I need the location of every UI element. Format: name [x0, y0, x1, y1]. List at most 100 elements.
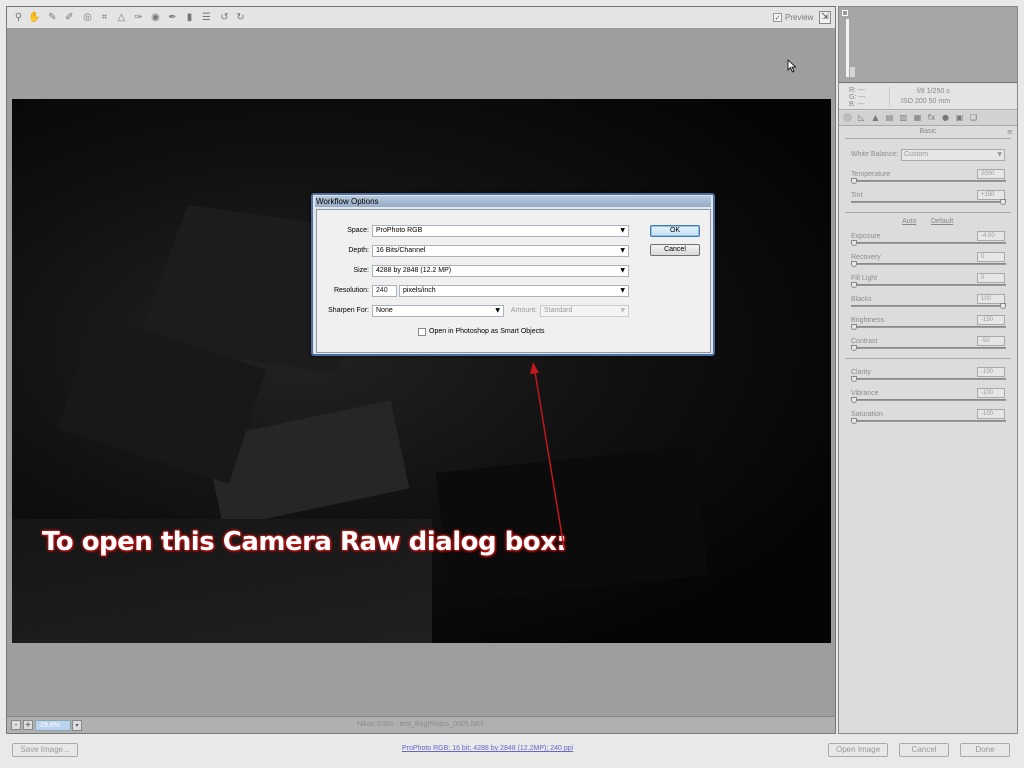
temperature-value-field[interactable]: 2000 [977, 169, 1005, 179]
preferences-icon[interactable]: ☰ [201, 12, 212, 23]
blacks-slider-handle[interactable] [1000, 303, 1006, 309]
rotate-right-icon[interactable]: ↻ [235, 12, 246, 23]
dialog-cancel-button[interactable]: Cancel [650, 244, 700, 256]
white-balance-select[interactable]: Custom ▼ [901, 149, 1005, 161]
exposure-slider-handle[interactable] [851, 240, 857, 246]
tab-camera-calibration-icon[interactable]: ● [941, 113, 950, 122]
save-image-button[interactable]: Save Image... [12, 743, 78, 757]
histogram [839, 7, 1017, 83]
brightness-label: Brightness [851, 317, 885, 324]
contrast-slider[interactable] [851, 345, 1006, 351]
white-balance-label: White Balance: [851, 151, 899, 158]
contrast-value-field[interactable]: -50 [977, 336, 1005, 346]
brightness-slider[interactable] [851, 324, 1006, 330]
shadow-clipping-warning-icon[interactable] [842, 10, 848, 16]
zoom-dropdown-icon[interactable]: ▾ [72, 720, 82, 731]
green-readout: G: --- [849, 94, 866, 101]
recovery-value-field[interactable]: 0 [977, 252, 1005, 262]
clarity-label: Clarity [851, 369, 871, 376]
contrast-slider-handle[interactable] [851, 345, 857, 351]
tint-slider[interactable] [851, 199, 1006, 205]
preview-checkbox[interactable]: ✓ [773, 13, 782, 22]
recovery-slider-handle[interactable] [851, 261, 857, 267]
crop-tool-icon[interactable]: ⌗ [99, 12, 110, 23]
hand-tool-icon[interactable]: ✋ [28, 12, 40, 23]
zoom-level-field[interactable]: 29.8% [35, 720, 71, 731]
done-button[interactable]: Done [960, 743, 1010, 757]
saturation-value-field[interactable]: -100 [977, 409, 1005, 419]
zoom-tool-icon[interactable]: ⚲ [13, 12, 24, 23]
size-select[interactable]: 4288 by 2848 (12.2 MP) ▼ [372, 265, 629, 277]
fill-light-value-field[interactable]: 0 [977, 273, 1005, 283]
red-readout: R: --- [849, 87, 865, 94]
status-bar: - + 29.8% ▾ Nikon D300 - test_BagPhotos_… [7, 716, 835, 733]
brightness-value-field[interactable]: -150 [977, 315, 1005, 325]
ok-button[interactable]: OK [650, 225, 700, 237]
color-sampler-tool-icon[interactable]: ✐ [64, 12, 75, 23]
clarity-slider-handle[interactable] [851, 376, 857, 382]
tab-basic-icon[interactable] [843, 113, 852, 122]
vibrance-label: Vibrance [851, 390, 879, 397]
red-eye-removal-tool-icon[interactable]: ◉ [150, 12, 161, 23]
graduated-filter-tool-icon[interactable]: ▮ [184, 12, 195, 23]
saturation-slider-handle[interactable] [851, 418, 857, 424]
brightness-slider-handle[interactable] [851, 324, 857, 330]
white-balance-tool-icon[interactable]: ✎ [47, 12, 58, 23]
preview-area: ⚲ ✋ ✎ ✐ ◎ ⌗ △ ✑ ◉ ✒ ▮ ☰ ↺ ↻ ✓ Preview ⇲ … [6, 6, 836, 734]
tab-snapshots-icon[interactable]: ❑ [969, 113, 978, 122]
workflow-options-link[interactable]: ProPhoto RGB; 16 bit; 4288 by 2848 (12.2… [402, 745, 573, 752]
tab-effects-icon[interactable]: fx [927, 113, 936, 122]
auto-link[interactable]: Auto [902, 218, 916, 225]
white-balance-value: Custom [904, 151, 929, 158]
saturation-slider[interactable] [851, 418, 1006, 424]
adjustment-brush-tool-icon[interactable]: ✒ [167, 12, 178, 23]
panel-menu-icon[interactable]: ≡ [1007, 128, 1013, 136]
zoom-out-button[interactable]: - [11, 720, 21, 730]
fullscreen-mode-button[interactable]: ⇲ [819, 11, 831, 24]
space-select[interactable]: ProPhoto RGB ▼ [372, 225, 629, 237]
clarity-value-field[interactable]: -100 [977, 367, 1005, 377]
vibrance-slider[interactable] [851, 397, 1006, 403]
temperature-slider-handle[interactable] [851, 178, 857, 184]
amount-select[interactable]: Standard ▼ [540, 305, 629, 317]
vibrance-slider-handle[interactable] [851, 397, 857, 403]
vibrance-value-field[interactable]: -100 [977, 388, 1005, 398]
depth-select[interactable]: 16 Bits/Channel ▼ [372, 245, 629, 257]
fill-light-slider-handle[interactable] [851, 282, 857, 288]
sharpen-for-select[interactable]: None ▼ [372, 305, 504, 317]
resolution-input[interactable]: 240 [372, 285, 397, 297]
recovery-slider[interactable] [851, 261, 1006, 267]
tab-presets-icon[interactable]: ▣ [955, 113, 964, 122]
resolution-unit-select[interactable]: pixels/inch ▼ [399, 285, 629, 297]
tab-split-toning-icon[interactable]: ▥ [899, 113, 908, 122]
default-link[interactable]: Default [931, 218, 953, 225]
clarity-slider[interactable] [851, 376, 1006, 382]
exposure-slider[interactable] [851, 240, 1006, 246]
adjustment-panel: R: --- G: --- B: --- f/8 1/250 s ISO 200… [838, 6, 1018, 734]
rotate-left-icon[interactable]: ↺ [219, 12, 230, 23]
tab-hsl-icon[interactable]: ▤ [885, 113, 894, 122]
temperature-slider[interactable] [851, 178, 1006, 184]
straighten-tool-icon[interactable]: △ [116, 12, 127, 23]
tab-tone-curve-icon[interactable]: ◺ [857, 113, 866, 122]
size-label: Size: [353, 267, 369, 274]
spot-removal-tool-icon[interactable]: ✑ [133, 12, 144, 23]
tab-lens-corrections-icon[interactable]: ▦ [913, 113, 922, 122]
zoom-in-button[interactable]: + [23, 720, 33, 730]
exposure-value-field[interactable]: -4.00 [977, 231, 1005, 241]
tab-detail-icon[interactable]: ▲ [871, 113, 880, 122]
open-image-button[interactable]: Open Image [828, 743, 888, 757]
toolbar: ⚲ ✋ ✎ ✐ ◎ ⌗ △ ✑ ◉ ✒ ▮ ☰ ↺ ↻ ✓ Preview ⇲ [7, 7, 835, 29]
targeted-adjustment-tool-icon[interactable]: ◎ [82, 12, 93, 23]
amount-label: Amount: [510, 307, 537, 314]
cancel-button[interactable]: Cancel [899, 743, 949, 757]
tint-slider-handle[interactable] [1000, 199, 1006, 205]
amount-value: Standard [544, 307, 573, 314]
fill-light-slider[interactable] [851, 282, 1006, 288]
smart-objects-checkbox[interactable] [418, 328, 426, 336]
preview-toggle[interactable]: ✓ Preview [773, 13, 813, 22]
file-name: Nikon D300 - test_BagPhotos_0005.NEF [357, 721, 485, 728]
blacks-slider[interactable] [851, 303, 1006, 309]
chevron-down-icon: ▼ [620, 307, 625, 314]
annotation-caption: To open this Camera Raw dialog box: [42, 527, 567, 557]
